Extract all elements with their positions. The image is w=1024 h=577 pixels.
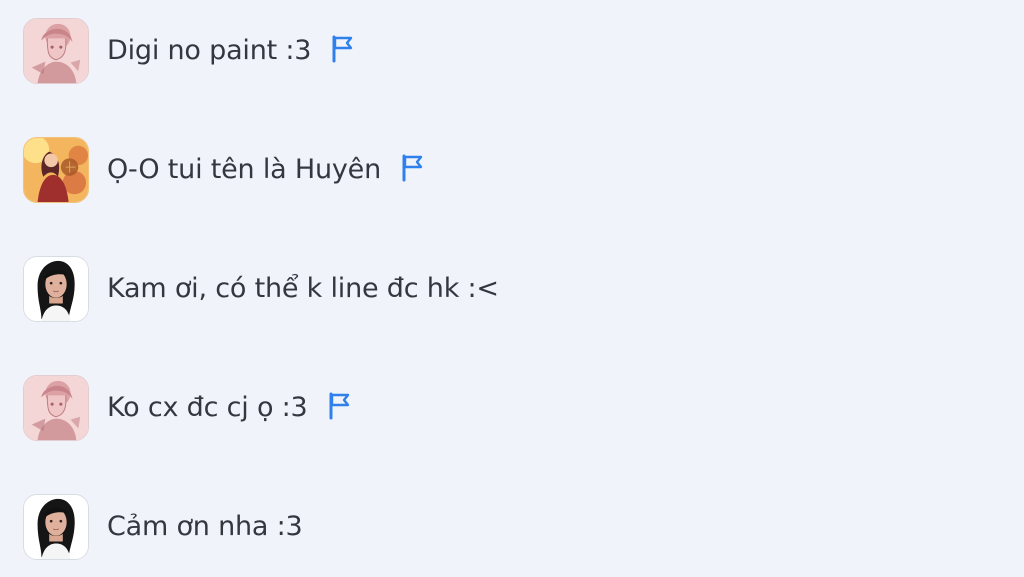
flag-icon[interactable] [329,34,355,64]
portrait-girl-avatar-icon[interactable] [23,494,89,560]
message-row: Digi no paint :3 [23,17,355,85]
message-text: Kam ơi, có thể k line đc hk :< [107,273,499,304]
message-row: Ko cx đc cj ọ :3 [23,374,352,442]
flag-icon[interactable] [399,153,425,183]
portrait-girl-avatar-icon[interactable] [23,256,89,322]
message-row: Kam ơi, có thể k line đc hk :< [23,255,499,323]
message-text: Ko cx đc cj ọ :3 [107,392,308,423]
flag-icon[interactable] [326,391,352,421]
message-text: Digi no paint :3 [107,35,312,66]
autumn-girl-avatar-icon[interactable] [23,137,89,203]
message-text: Ọ-O tui tên là Huyên [107,154,382,185]
anime-girl-pink-avatar-icon[interactable] [23,375,89,441]
message-row: Ọ-O tui tên là Huyên [23,136,425,204]
message-row: Cảm ơn nha :3 [23,493,303,561]
anime-girl-pink-avatar-icon[interactable] [23,18,89,84]
message-text: Cảm ơn nha :3 [107,511,303,542]
chat-message-list: Digi no paint :3 Ọ-O tui tên là Huyên Ka… [0,0,1024,577]
